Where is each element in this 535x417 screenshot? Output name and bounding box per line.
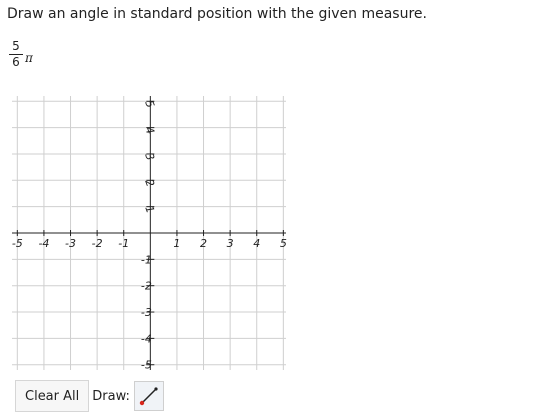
y-tick-label: 1	[142, 204, 157, 215]
x-tick-label: -5	[12, 237, 23, 250]
y-tick-label: -2	[141, 280, 152, 293]
x-tick-label: -1	[118, 237, 129, 250]
x-tick-label: 5	[280, 237, 287, 250]
y-tick-label: -1	[141, 253, 152, 266]
angle-measure-fraction: 5 6	[9, 40, 23, 69]
clear-all-button[interactable]: Clear All	[15, 380, 90, 412]
coordinate-graph[interactable]: -5 -4 -3 -2 -1 1 2 3 4 5 5 4 3 2 1 -1 -2 -3 -4 -5	[0, 84, 300, 374]
line-tool-button[interactable]	[133, 381, 164, 411]
y-tick-label: -5	[141, 359, 152, 372]
x-tick-label: -4	[38, 237, 49, 250]
y-tick-label: 2	[142, 178, 157, 189]
x-tick-label: -3	[65, 237, 76, 250]
x-tick-label: 3	[227, 237, 234, 250]
y-tick-label: -3	[141, 306, 152, 319]
pi-symbol: π	[25, 51, 33, 65]
tick-labels: -5 -4 -3 -2 -1 1 2 3 4 5 5 4 3 2 1 -1 -2 -3 -4 -5	[12, 99, 287, 372]
toolbar: Clear All Draw:	[15, 380, 164, 412]
y-tick-label: 4	[142, 125, 157, 136]
x-tick-label: 4	[253, 237, 260, 250]
y-tick-label: 5	[142, 99, 157, 110]
x-tick-label: 1	[173, 237, 180, 250]
fraction-numerator: 5	[12, 39, 20, 53]
line-segment-icon	[139, 387, 158, 406]
axes	[12, 96, 286, 370]
question-prompt: Draw an angle in standard position with …	[7, 6, 427, 22]
y-tick-label: -4	[141, 332, 152, 345]
x-tick-label: -2	[92, 237, 103, 250]
fraction-denominator: 6	[12, 55, 20, 69]
x-tick-label: 2	[200, 237, 207, 250]
draw-label: Draw:	[92, 388, 130, 404]
y-tick-label: 3	[142, 151, 157, 162]
